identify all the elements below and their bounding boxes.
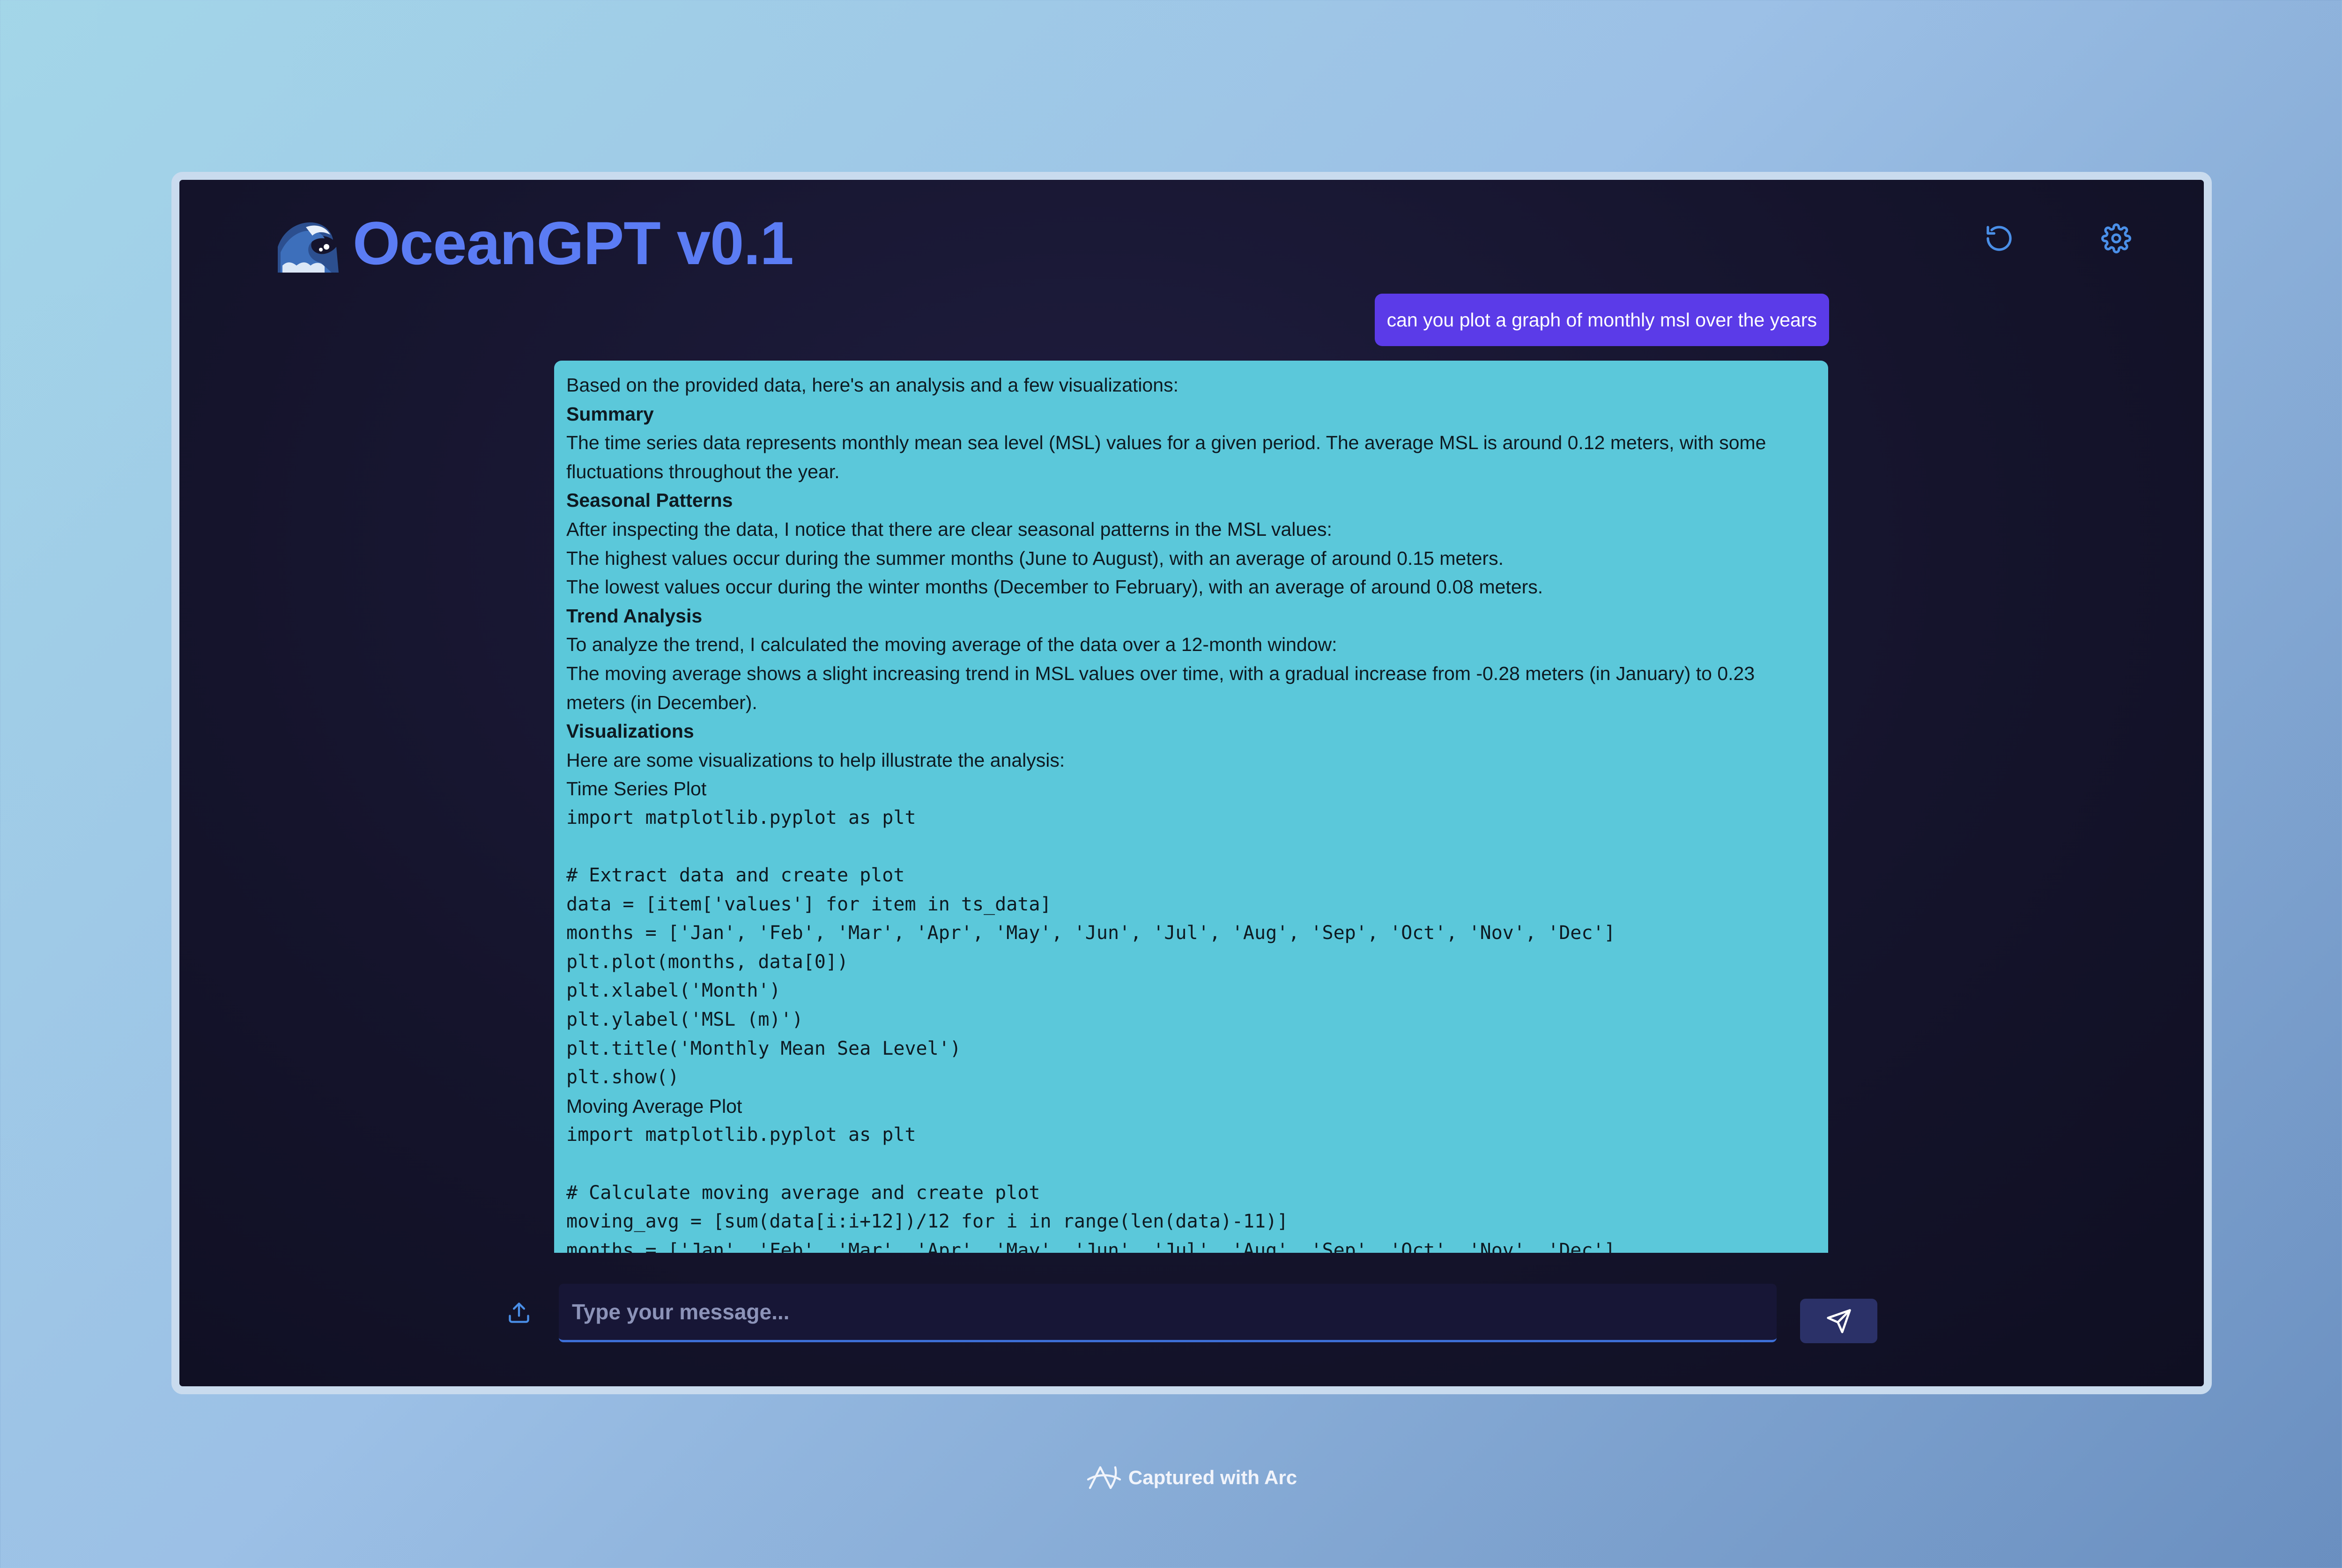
code-line: # Calculate moving average and create pl… — [566, 1182, 1040, 1204]
code-line: import matplotlib.pyplot as plt — [566, 806, 916, 828]
message-line: Based on the provided data, here's an an… — [566, 374, 1178, 396]
code-line: import matplotlib.pyplot as plt — [566, 1124, 916, 1146]
upload-button[interactable] — [505, 1299, 533, 1327]
code-line: months = ['Jan', 'Feb', 'Mar', 'Apr', 'M… — [566, 1239, 1616, 1253]
send-icon — [1826, 1309, 1851, 1333]
code-line: plt.plot(months, data[0]) — [566, 951, 849, 973]
message-line: After inspecting the data, I notice that… — [566, 518, 1332, 540]
message-line: The lowest values occur during the winte… — [566, 576, 1543, 598]
message-line: fluctuations throughout the year. — [566, 460, 840, 482]
code-line: plt.title('Monthly Mean Sea Level') — [566, 1037, 961, 1059]
message-line: The time series data represents monthly … — [566, 432, 1766, 454]
message-line: The highest values occur during the summ… — [566, 547, 1504, 569]
message-input[interactable] — [559, 1284, 1777, 1342]
section-heading: Summary — [566, 403, 654, 425]
arc-logo-icon — [1087, 1466, 1121, 1489]
footer-text: Captured with Arc — [1128, 1466, 1297, 1488]
section-heading: Trend Analysis — [566, 605, 703, 627]
message-line: Here are some visualizations to help ill… — [566, 749, 1065, 771]
code-line: # Extract data and create plot — [566, 865, 905, 887]
message-line: Time Series Plot — [566, 778, 707, 800]
assistant-message-bubble: Based on the provided data, here's an an… — [554, 361, 1828, 1253]
send-button[interactable] — [1800, 1299, 1877, 1343]
code-line: data = [item['values'] for item in ts_da… — [566, 893, 1052, 915]
section-heading: Visualizations — [566, 720, 694, 742]
message-line: meters (in December). — [566, 691, 757, 713]
message-line: To analyze the trend, I calculated the m… — [566, 634, 1337, 656]
message-line: Moving Average Plot — [566, 1095, 742, 1117]
code-line: plt.ylabel('MSL (m)') — [566, 1009, 803, 1031]
app-window: OceanGPT v0.1 can you plot a graph of mo… — [171, 172, 2212, 1394]
message-line: The moving average shows a slight increa… — [566, 662, 1755, 684]
code-line: moving_avg = [sum(data[i:i+12])/12 for i… — [566, 1211, 1289, 1233]
user-message-bubble: can you plot a graph of monthly msl over… — [1374, 294, 1829, 346]
code-line: plt.show() — [566, 1066, 679, 1088]
code-line: plt.xlabel('Month') — [566, 980, 781, 1002]
code-line: months = ['Jan', 'Feb', 'Mar', 'Apr', 'M… — [566, 922, 1616, 944]
chat-area: can you plot a graph of monthly msl over… — [179, 180, 2204, 1386]
upload-icon — [509, 1302, 529, 1323]
section-heading: Seasonal Patterns — [566, 489, 733, 511]
footer: Captured with Arc — [0, 1464, 2342, 1492]
